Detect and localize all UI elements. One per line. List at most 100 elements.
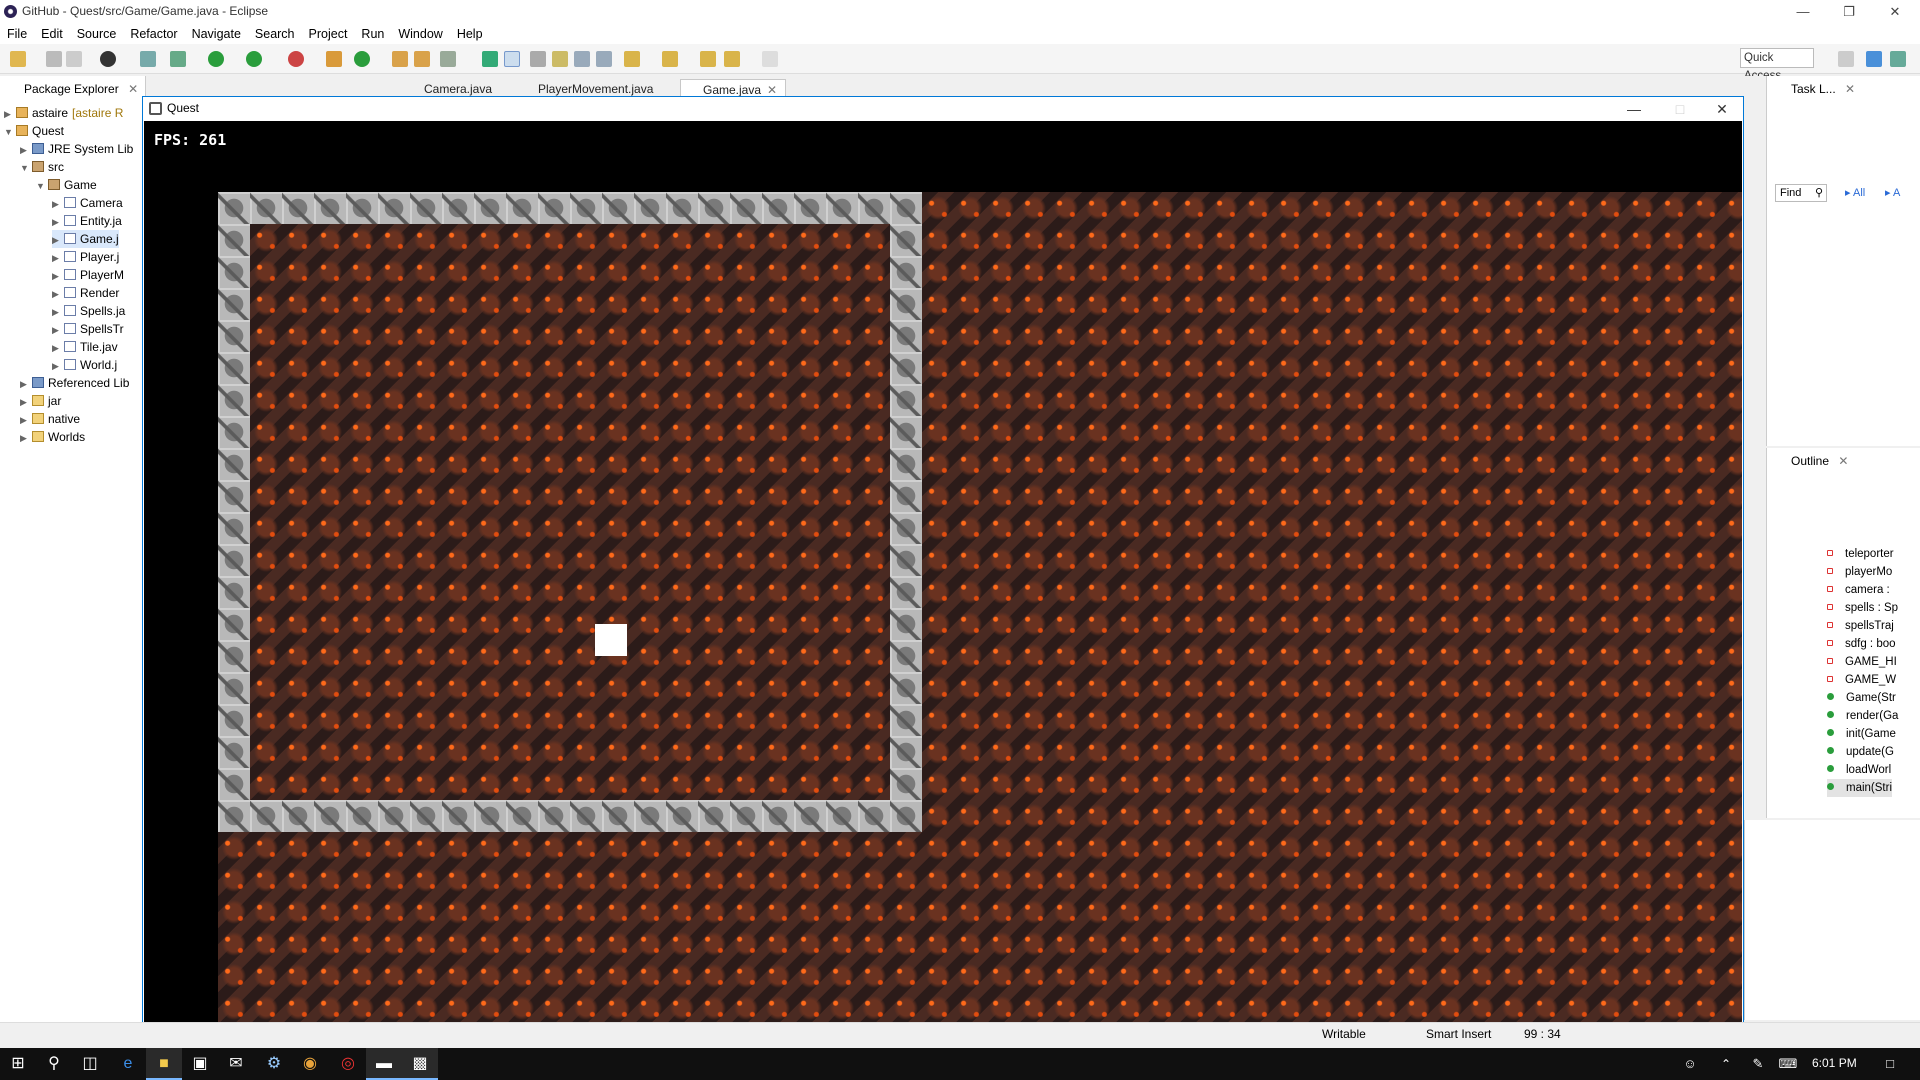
- previous-annotation-icon[interactable]: [662, 51, 678, 67]
- collapsed-chevron-icon[interactable]: ▶: [52, 249, 62, 267]
- collapsed-chevron-icon[interactable]: ▶: [20, 141, 30, 159]
- expanded-chevron-icon[interactable]: ▼: [4, 123, 14, 141]
- eclipse-taskbar-icon[interactable]: ▬: [366, 1048, 402, 1080]
- debug-perspective-icon[interactable]: [1890, 51, 1906, 67]
- search-icon[interactable]: [440, 51, 456, 67]
- expanded-chevron-icon[interactable]: ▼: [20, 159, 30, 177]
- outline-item[interactable]: Game(Str: [1827, 689, 1896, 707]
- tree-item[interactable]: ▼ Game: [36, 176, 97, 194]
- outline-item[interactable]: update(G: [1827, 743, 1894, 761]
- collapsed-chevron-icon[interactable]: ▶: [20, 429, 30, 447]
- outline-item[interactable]: loadWorl: [1827, 761, 1891, 779]
- quest-close-button[interactable]: ✕: [1699, 97, 1745, 121]
- close-button[interactable]: ✕: [1872, 2, 1918, 22]
- minimize-button[interactable]: —: [1780, 2, 1826, 22]
- game-canvas[interactable]: FPS: 261: [144, 121, 1742, 1023]
- outline-item[interactable]: init(Game: [1827, 725, 1896, 743]
- outline-item[interactable]: spellsTraj: [1827, 617, 1894, 635]
- menu-help[interactable]: Help: [450, 24, 490, 44]
- coverage-icon[interactable]: [246, 51, 262, 67]
- maximize-button[interactable]: ❐: [1826, 2, 1872, 22]
- file-explorer-icon[interactable]: ■: [146, 1048, 182, 1080]
- tree-item[interactable]: ▶ PlayerM: [52, 266, 124, 284]
- edge-icon[interactable]: e: [110, 1048, 146, 1080]
- expanded-chevron-icon[interactable]: ▼: [36, 177, 46, 195]
- task-list-tab[interactable]: Task L... ✕: [1767, 78, 1855, 100]
- save-all-icon[interactable]: [66, 51, 82, 67]
- menu-file[interactable]: File: [0, 24, 34, 44]
- open-perspective-icon[interactable]: [1838, 51, 1854, 67]
- search-icon[interactable]: ⚲: [36, 1048, 72, 1080]
- outline-item[interactable]: GAME_HI: [1827, 653, 1897, 671]
- tree-item[interactable]: ▶ Tile.jav: [52, 338, 118, 356]
- collapsed-chevron-icon[interactable]: ▶: [52, 267, 62, 285]
- mail-icon[interactable]: ✉: [218, 1048, 254, 1080]
- tree-item[interactable]: ▶ Worlds: [20, 428, 85, 446]
- java-perspective-icon[interactable]: [1866, 51, 1882, 67]
- outline-item[interactable]: teleporter: [1827, 545, 1894, 563]
- collapsed-chevron-icon[interactable]: ▶: [20, 411, 30, 429]
- collapsed-chevron-icon[interactable]: ▶: [52, 357, 62, 375]
- run-icon[interactable]: [208, 51, 224, 67]
- github-icon[interactable]: [100, 51, 116, 67]
- people-icon[interactable]: ☺: [1672, 1048, 1708, 1080]
- outline-item[interactable]: spells : Sp: [1827, 599, 1898, 617]
- tree-item[interactable]: ▶ Camera: [52, 194, 123, 212]
- outline-item[interactable]: sdfg : boo: [1827, 635, 1896, 653]
- filter-all-link[interactable]: ▸ All: [1845, 186, 1865, 199]
- find-input[interactable]: Find ⚲: [1775, 184, 1827, 202]
- notifications-icon[interactable]: □: [1872, 1048, 1908, 1080]
- collapsed-chevron-icon[interactable]: ▶: [52, 231, 62, 249]
- external-tools-icon[interactable]: [288, 51, 304, 67]
- menu-project[interactable]: Project: [302, 24, 355, 44]
- close-icon[interactable]: ✕: [1845, 82, 1855, 96]
- open-task-icon[interactable]: [414, 51, 430, 67]
- forward-icon[interactable]: [762, 51, 778, 67]
- new-class-icon[interactable]: [354, 51, 370, 67]
- tree-item[interactable]: ▶ jar: [20, 392, 61, 410]
- tray-chevron-icon[interactable]: ⌃: [1708, 1048, 1744, 1080]
- quick-access-input[interactable]: Quick Access: [1740, 48, 1814, 82]
- tree-item[interactable]: ▶ native: [20, 410, 80, 428]
- keyboard-icon[interactable]: ⌨: [1770, 1048, 1806, 1080]
- close-icon[interactable]: ✕: [1838, 454, 1848, 468]
- collapsed-chevron-icon[interactable]: ▶: [4, 105, 14, 123]
- tree-item[interactable]: ▶ Game.j: [52, 230, 119, 248]
- outline-item[interactable]: playerMo: [1827, 563, 1892, 581]
- store-icon[interactable]: ▣: [182, 1048, 218, 1080]
- collapsed-chevron-icon[interactable]: ▶: [52, 339, 62, 357]
- next-annotation-icon[interactable]: [624, 51, 640, 67]
- skip-breakpoints-icon[interactable]: [140, 51, 156, 67]
- menu-refactor[interactable]: Refactor: [123, 24, 184, 44]
- quest-game-window[interactable]: Quest — □ ✕ FPS: 261: [142, 96, 1744, 1024]
- tree-item[interactable]: ▼ src: [20, 158, 64, 176]
- filter-a-link[interactable]: ▸ A: [1885, 186, 1900, 199]
- block-selection-icon[interactable]: [552, 51, 568, 67]
- new-icon[interactable]: [10, 51, 26, 67]
- tree-item[interactable]: ▶ Spells.ja: [52, 302, 125, 320]
- collapsed-chevron-icon[interactable]: ▶: [52, 303, 62, 321]
- clock[interactable]: 6:01 PM: [1812, 1056, 1857, 1070]
- quest-minimize-button[interactable]: —: [1611, 97, 1657, 121]
- tree-item[interactable]: ▶ Render: [52, 284, 119, 302]
- outline-tab[interactable]: Outline ✕: [1767, 450, 1848, 472]
- collapsed-chevron-icon[interactable]: ▶: [52, 195, 62, 213]
- outline-item[interactable]: main(Stri: [1827, 779, 1893, 797]
- menu-search[interactable]: Search: [248, 24, 302, 44]
- collapsed-chevron-icon[interactable]: ▶: [20, 375, 30, 393]
- open-type-icon[interactable]: [392, 51, 408, 67]
- recorder-icon[interactable]: ◎: [330, 1048, 366, 1080]
- package-explorer-tab[interactable]: Package Explorer ✕: [0, 78, 138, 100]
- close-icon[interactable]: ✕: [128, 82, 138, 96]
- java-taskbar-icon[interactable]: ▩: [402, 1048, 438, 1080]
- annotation-icon[interactable]: [482, 51, 498, 67]
- close-icon[interactable]: ✕: [767, 83, 777, 97]
- mark-occurrences-icon[interactable]: [504, 51, 520, 67]
- tree-item[interactable]: ▶ astaire [astaire R: [4, 104, 123, 122]
- tree-item[interactable]: ▶ JRE System Lib: [20, 140, 133, 158]
- debug-icon[interactable]: [170, 51, 186, 67]
- task-view-icon[interactable]: ◫: [72, 1048, 108, 1080]
- show-whitespace-icon[interactable]: [574, 51, 590, 67]
- tree-item[interactable]: ▼ Quest: [4, 122, 64, 140]
- menu-navigate[interactable]: Navigate: [185, 24, 248, 44]
